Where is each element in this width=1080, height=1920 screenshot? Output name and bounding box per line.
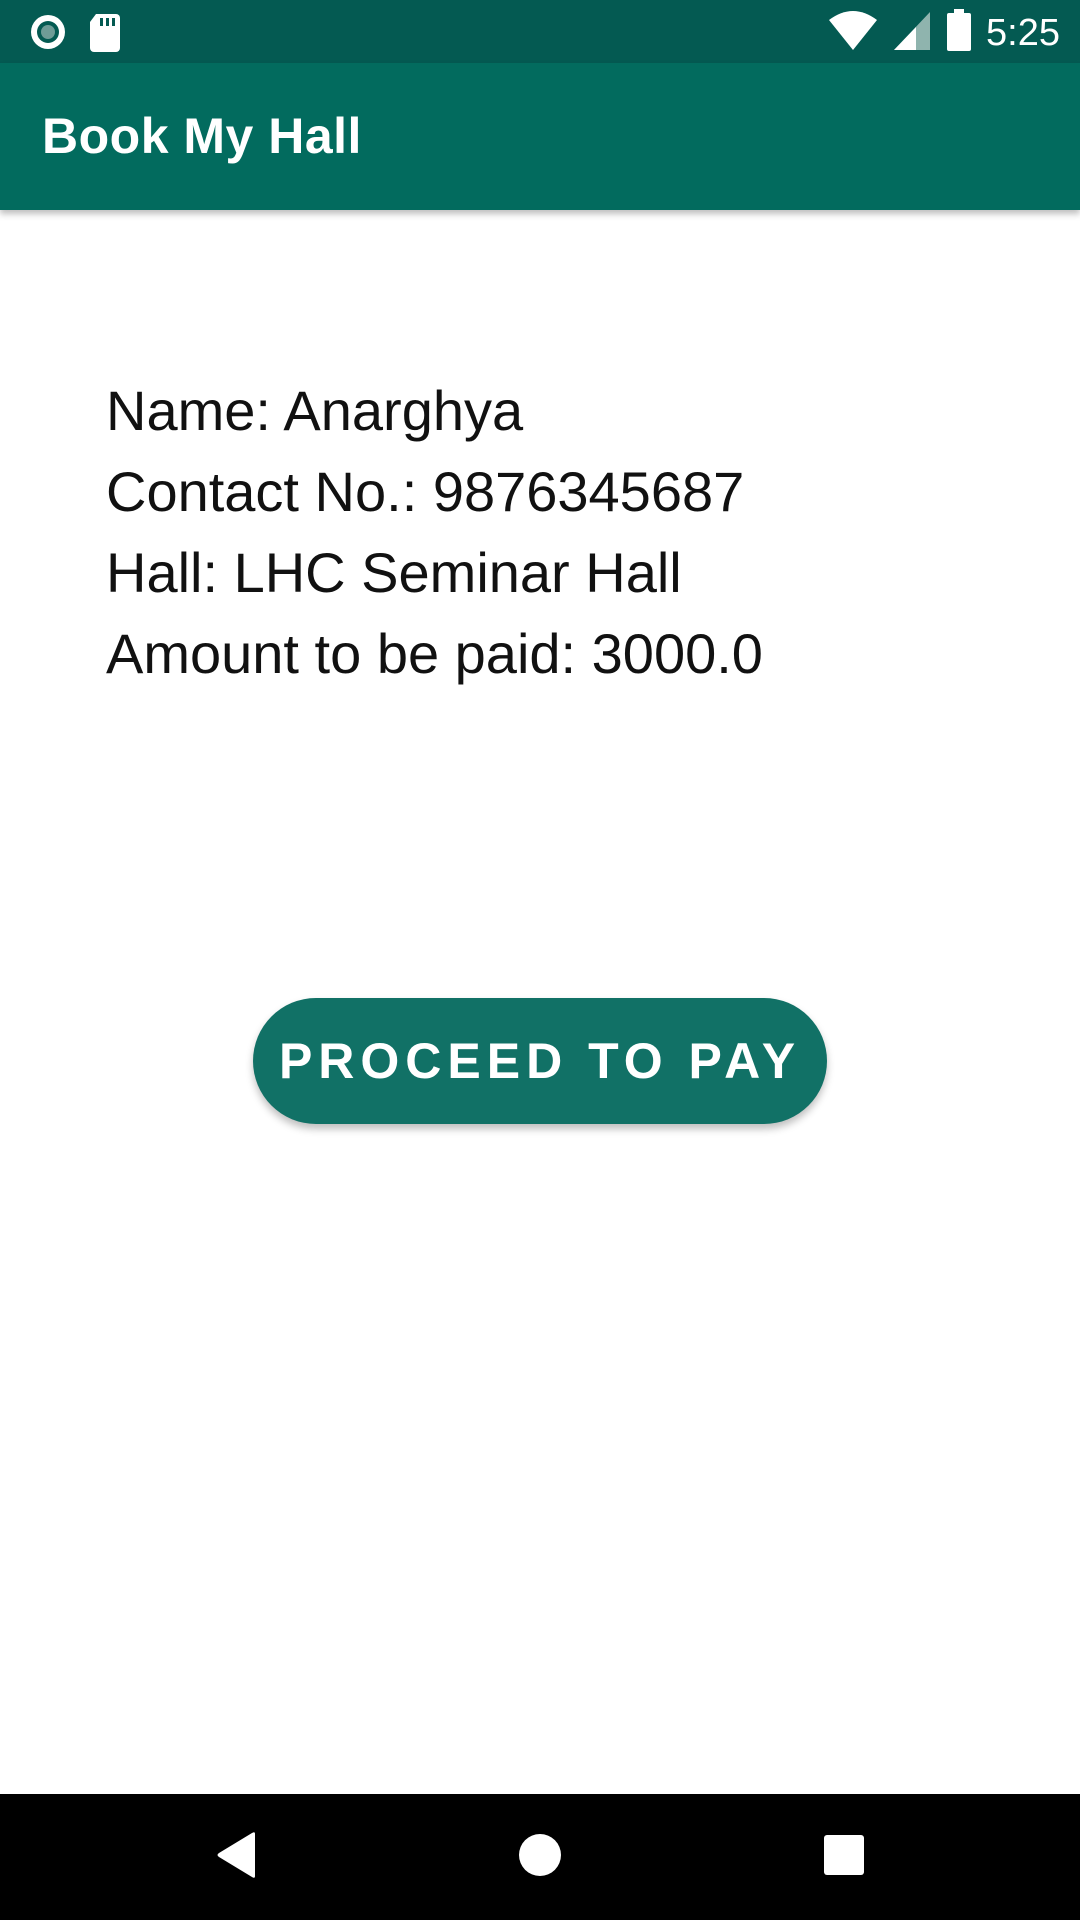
status-bar: 5:25 [0,0,1080,63]
detail-amount: Amount to be paid: 3000.0 [106,622,763,685]
status-bar-left [28,12,122,57]
cell-signal-icon [892,8,932,57]
proceed-to-pay-button[interactable]: PROCEED TO PAY [253,998,827,1124]
detail-name: Name: Anarghya [106,379,524,442]
status-bar-right: 5:25 [828,8,1060,57]
detail-contact: Contact No.: 9876345687 [106,460,745,523]
record-icon [28,12,68,57]
recents-button[interactable] [816,1829,872,1885]
status-time: 5:25 [986,11,1060,54]
wifi-icon [828,8,878,57]
back-button[interactable] [209,1829,265,1885]
home-button[interactable] [512,1829,568,1885]
screen: 5:25 Book My Hall Name: Anarghya Contact… [0,0,1080,1920]
back-icon [215,1831,259,1884]
detail-hall: Hall: LHC Seminar Hall [106,541,682,604]
sd-card-icon [88,12,122,57]
nav-bar [0,1794,1080,1920]
app-bar: Book My Hall [0,63,1080,210]
battery-icon [946,8,972,57]
booking-details: Name: Anarghya Contact No.: 9876345687 H… [106,370,763,694]
app-title: Book My Hall [42,108,362,164]
home-icon [517,1832,563,1883]
recents-icon [823,1834,865,1881]
